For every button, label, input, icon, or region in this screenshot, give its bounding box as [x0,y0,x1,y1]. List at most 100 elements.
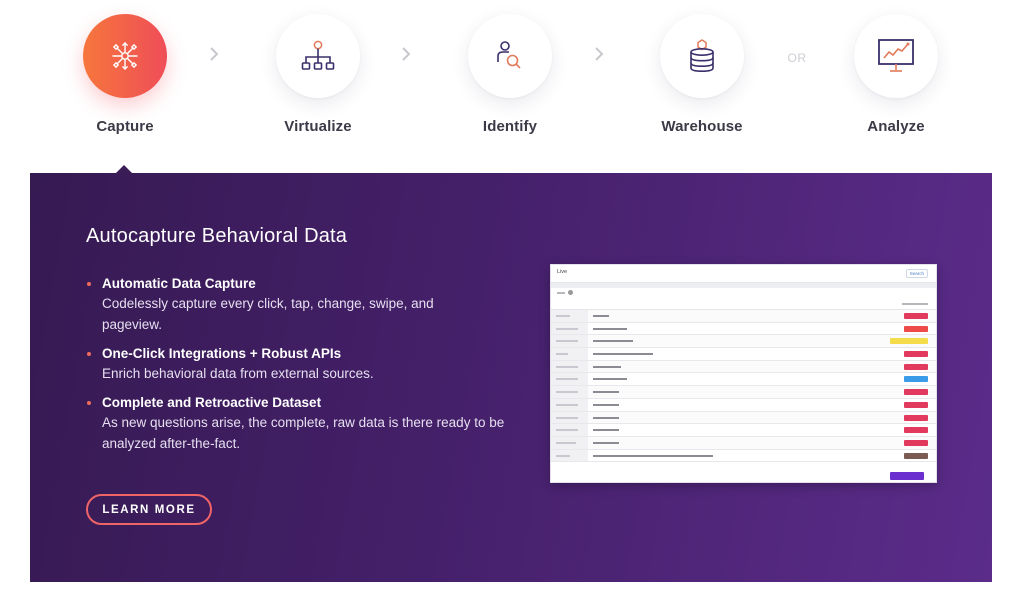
screenshot-row [551,335,936,349]
feature-description: As new questions arise, the complete, ra… [102,415,505,451]
product-screenshot: Live Search [550,264,937,483]
row-value [593,454,713,457]
feature-description: Codelessly capture every click, tap, cha… [102,296,434,332]
row-badge [904,452,928,459]
chevron-right-icon [589,42,609,66]
capture-hub-icon [112,42,138,70]
row-value [593,340,633,343]
feature-item: One-Click Integrations + Robust APIs Enr… [86,345,516,384]
step-circle[interactable] [276,14,360,98]
database-icon [690,39,714,73]
step-circle[interactable] [83,14,167,98]
step-label: Warehouse [661,118,743,135]
bullet-icon [87,401,91,405]
step-label: Identify [482,118,538,135]
screenshot-row [551,436,936,450]
screenshot-row [551,386,936,399]
step-warehouse[interactable]: Warehouse [632,14,772,135]
feature-item: Complete and Retroactive Dataset As new … [86,394,516,454]
row-label [551,386,588,398]
step-identify[interactable]: Identify [440,14,580,135]
screenshot-search-button: Search [905,269,928,278]
panel-title: Autocapture Behavioral Data [86,225,348,247]
screenshot-event-rows [551,310,936,463]
row-label [551,322,588,335]
row-value [593,315,609,317]
screenshot-action-button [890,472,924,480]
row-label [551,348,588,360]
row-label [551,411,588,424]
feature-title: Automatic Data Capture [102,276,256,291]
step-circle[interactable] [660,14,744,98]
step-label: Capture [96,118,154,135]
row-badge [904,439,928,446]
active-step-pointer [116,165,132,173]
step-label: Analyze [867,118,925,135]
add-filter-icon [568,290,573,295]
row-value [593,378,627,381]
user-search-icon [497,41,521,69]
learn-more-button[interactable]: LEARN MORE [86,494,212,525]
row-label [551,398,588,411]
row-label [551,449,588,462]
step-capture[interactable]: Capture [55,14,195,135]
row-label [551,335,588,348]
screenshot-row [551,360,936,374]
feature-description: Enrich behavioral data from external sou… [102,366,374,381]
screenshot-filter-bar [551,288,936,310]
row-value [593,403,619,406]
process-steps: Capture Virtualize Identify Warehouse OR… [0,0,1024,160]
hierarchy-icon [301,40,335,70]
chevron-right-icon [204,42,224,66]
screenshot-row [551,373,936,387]
filter-meta [902,303,928,305]
screenshot-header: Live Search [551,265,936,283]
row-label [551,424,588,436]
row-label [551,360,588,373]
screenshot-row [551,449,936,463]
screenshot-row [551,310,936,323]
row-badge [904,427,928,434]
bullet-icon [87,282,91,286]
screenshot-row [551,348,936,361]
row-label [551,373,588,386]
row-badge [904,313,928,319]
row-badge [904,389,928,396]
feature-item: Automatic Data Capture Codelessly captur… [86,275,516,335]
row-value [593,353,653,356]
row-value [593,441,619,444]
step-circle[interactable] [468,14,552,98]
feature-title: One-Click Integrations + Robust APIs [102,346,342,361]
filter-label [557,292,565,294]
step-analyze[interactable]: Analyze [826,14,966,135]
or-separator: OR [787,51,807,65]
screenshot-row [551,398,936,412]
feature-title: Complete and Retroactive Dataset [102,395,322,410]
row-label [551,310,588,322]
row-badge [904,325,928,332]
step-virtualize[interactable]: Virtualize [248,14,388,135]
row-value [593,416,619,419]
row-label [551,436,588,449]
row-value [593,327,627,330]
feature-list: Automatic Data Capture Codelessly captur… [86,275,516,464]
feature-panel: Autocapture Behavioral Data Automatic Da… [30,173,992,582]
row-badge [904,376,928,383]
bullet-icon [87,352,91,356]
row-value [593,429,619,432]
screenshot-row [551,424,936,437]
step-label: Virtualize [284,118,352,135]
row-badge [904,401,928,408]
chevron-right-icon [396,42,416,66]
screenshot-row [551,411,936,425]
row-value [593,365,621,368]
screenshot-row [551,322,936,336]
row-badge [890,338,928,345]
row-badge [904,414,928,421]
row-badge [904,351,928,358]
step-circle[interactable] [854,14,938,98]
presentation-chart-icon [878,39,914,72]
row-badge [904,363,928,370]
row-value [593,391,619,394]
screenshot-title: Live [557,269,568,275]
